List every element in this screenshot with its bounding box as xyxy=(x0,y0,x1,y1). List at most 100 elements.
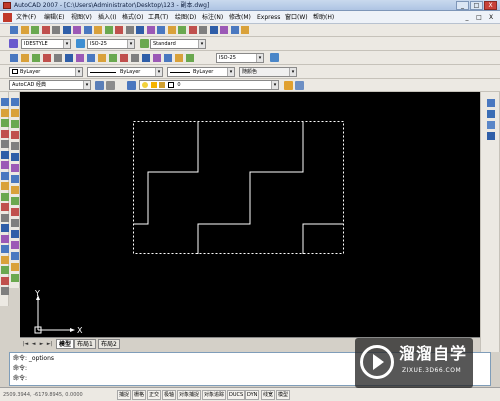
quick-dim-icon[interactable] xyxy=(98,54,106,62)
menu-view[interactable]: 视图(V) xyxy=(71,13,92,22)
tab-next-button[interactable]: ► xyxy=(38,340,45,348)
chevron-down-icon[interactable]: ▾ xyxy=(155,68,162,76)
quick-leader-icon[interactable] xyxy=(131,54,139,62)
array-icon[interactable] xyxy=(11,142,19,150)
chevron-down-icon[interactable]: ▾ xyxy=(271,81,278,89)
chevron-down-icon[interactable]: ▾ xyxy=(63,40,70,48)
lineweight-toggle[interactable]: 线宽 xyxy=(261,390,276,400)
snap-toggle[interactable]: 捕捉 xyxy=(117,390,132,400)
stretch-icon[interactable] xyxy=(11,186,19,194)
scale-icon[interactable] xyxy=(11,175,19,183)
zoom-previous-icon[interactable] xyxy=(167,26,176,34)
markup-icon[interactable] xyxy=(220,26,228,34)
table-icon[interactable] xyxy=(1,276,9,285)
close-button[interactable]: X xyxy=(484,1,497,10)
dyn-toggle[interactable]: DYN xyxy=(245,390,260,400)
zoom-window-icon[interactable] xyxy=(157,26,165,34)
make-block-icon[interactable] xyxy=(1,224,9,232)
properties-icon[interactable] xyxy=(178,26,186,34)
tool-palettes-icon[interactable] xyxy=(199,26,207,34)
maximize-button[interactable]: □ xyxy=(470,1,483,10)
extend-icon[interactable] xyxy=(11,208,19,216)
save-icon[interactable] xyxy=(31,26,39,34)
selection-box[interactable] xyxy=(133,121,344,254)
workspace-select[interactable]: AutoCAD 经典 ▾ xyxy=(9,80,91,90)
color-select[interactable]: ByLayer ▾ xyxy=(9,67,83,77)
stair-line-middle[interactable] xyxy=(197,122,304,254)
chamfer-icon[interactable] xyxy=(11,252,19,260)
angular-icon[interactable] xyxy=(87,54,95,62)
model-toggle[interactable]: 模型 xyxy=(276,390,291,400)
rotate-icon[interactable] xyxy=(11,164,19,172)
diameter-icon[interactable] xyxy=(76,54,84,62)
point-icon[interactable] xyxy=(1,234,9,243)
chevron-down-icon[interactable]: ▾ xyxy=(256,54,263,62)
otrack-toggle[interactable]: 对象追踪 xyxy=(202,390,227,400)
calc-icon[interactable] xyxy=(230,26,239,34)
linetype-select[interactable]: ByLayer ▾ xyxy=(87,67,163,77)
region-icon[interactable] xyxy=(1,266,9,274)
polyline-icon[interactable] xyxy=(1,119,9,127)
center-mark-icon[interactable] xyxy=(153,54,161,62)
dim-text-edit-icon[interactable] xyxy=(175,54,183,62)
revision-cloud-icon[interactable] xyxy=(1,171,9,180)
ortho-toggle[interactable]: 正交 xyxy=(147,390,162,400)
ellipse-icon[interactable] xyxy=(1,192,9,201)
doc-close-button[interactable]: X xyxy=(486,13,496,22)
layer-previous-icon[interactable] xyxy=(295,81,304,90)
workspace-settings-icon[interactable] xyxy=(95,81,104,90)
undo-icon[interactable] xyxy=(115,26,123,34)
arc-length-icon[interactable] xyxy=(32,54,40,62)
tab-last-button[interactable]: ►| xyxy=(46,340,53,348)
gradient-icon[interactable] xyxy=(1,255,9,264)
send-to-back-icon[interactable] xyxy=(487,121,495,129)
lightbulb-icon[interactable] xyxy=(142,81,148,88)
open-icon[interactable] xyxy=(20,26,29,34)
bring-above-icon[interactable] xyxy=(487,132,495,140)
menu-insert[interactable]: 插入(I) xyxy=(98,13,116,22)
menu-help[interactable]: 帮助(H) xyxy=(313,13,334,22)
sheet-set-icon[interactable] xyxy=(209,26,218,34)
radius-icon[interactable] xyxy=(54,54,62,62)
command-input-line[interactable]: 命令: xyxy=(13,375,27,383)
doc-minimize-button[interactable]: _ xyxy=(462,13,472,22)
break-icon[interactable] xyxy=(11,230,19,238)
bring-to-front-icon[interactable] xyxy=(487,110,495,118)
aligned-icon[interactable] xyxy=(21,54,29,62)
mirror-icon[interactable] xyxy=(11,120,19,128)
menu-modify[interactable]: 修改(M) xyxy=(229,13,251,22)
cut-icon[interactable] xyxy=(73,26,81,34)
dimension-style-select[interactable]: ISO-25 ▾ xyxy=(216,53,264,63)
grid-toggle[interactable]: 栅格 xyxy=(132,390,147,400)
menu-edit[interactable]: 编辑(E) xyxy=(44,13,64,22)
circle-icon[interactable] xyxy=(1,161,9,169)
make-current-icon[interactable] xyxy=(284,81,293,90)
chevron-down-icon[interactable]: ▾ xyxy=(75,68,82,76)
chevron-down-icon[interactable]: ▾ xyxy=(83,81,90,89)
menu-tools[interactable]: 工具(T) xyxy=(148,13,168,22)
menu-format[interactable]: 格式(O) xyxy=(122,13,143,22)
line-icon[interactable] xyxy=(1,98,9,106)
chevron-down-icon[interactable]: ▾ xyxy=(127,40,134,48)
polar-toggle[interactable]: 极轴 xyxy=(162,390,177,400)
join-icon[interactable] xyxy=(11,241,19,249)
break-at-point-icon[interactable] xyxy=(11,219,19,227)
ducs-toggle[interactable]: DUCS xyxy=(227,390,246,400)
preview-icon[interactable] xyxy=(52,26,60,34)
trim-icon[interactable] xyxy=(11,197,19,205)
stair-line-right[interactable] xyxy=(302,223,343,254)
menu-window[interactable]: 窗口(W) xyxy=(285,13,308,22)
ordinate-icon[interactable] xyxy=(43,54,51,62)
tab-layout1[interactable]: 布局1 xyxy=(74,339,96,349)
table-style-select[interactable]: Standard ▾ xyxy=(150,39,206,49)
dim-update-icon[interactable] xyxy=(186,54,194,62)
sun-icon[interactable] xyxy=(150,81,157,88)
tab-layout2[interactable]: 布局2 xyxy=(98,339,120,349)
menu-dimension[interactable]: 标注(N) xyxy=(202,13,223,22)
paste-icon[interactable] xyxy=(94,26,102,34)
new-icon[interactable] xyxy=(10,26,18,34)
draw-order-icon[interactable] xyxy=(487,99,495,107)
autocad-app-icon[interactable] xyxy=(3,2,11,9)
osnap-toggle[interactable]: 对象捕捉 xyxy=(177,390,202,400)
hatch-icon[interactable] xyxy=(1,245,9,253)
